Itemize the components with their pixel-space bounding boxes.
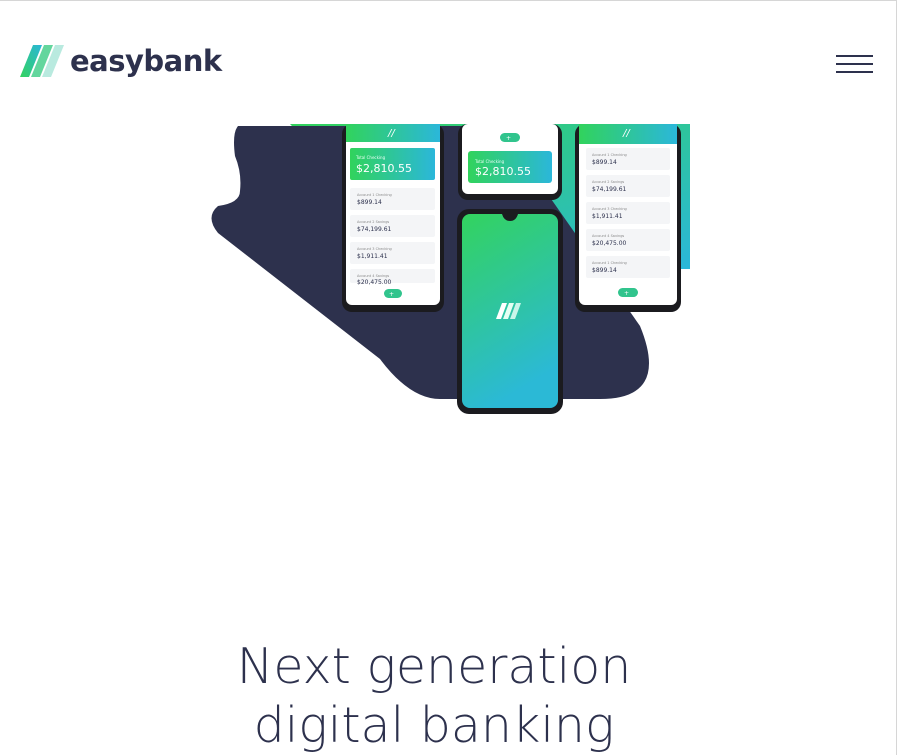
left-acct-3-amount: $1,911.41	[357, 253, 388, 260]
menu-line	[836, 63, 873, 65]
left-acct-3-name: Account 3 Checking	[357, 247, 392, 251]
middle-balance: $2,810.55	[475, 165, 531, 178]
phone-middle-main	[457, 209, 563, 414]
hero-mockups-illustration: // Total Checking $2,810.55 Account 1 Ch…	[211, 124, 690, 414]
left-acct-2-amount: $74,199.61	[357, 226, 392, 233]
phone-left: // Total Checking $2,810.55 Account 1 Ch…	[342, 124, 444, 312]
phone-right: // Account 1 Checking $899.14 Account 2 …	[575, 124, 681, 312]
left-acct-4-amount: $20,475.00	[357, 279, 392, 286]
easybank-stripes-logo-icon	[20, 45, 64, 77]
logo-link[interactable]: easybank	[20, 43, 222, 79]
right-acct-3-name: Account 3 Checking	[592, 207, 627, 211]
right-acct-2-name: Account 2 Savings	[592, 180, 624, 184]
menu-line	[836, 71, 873, 73]
page-frame: easybank // Total Checking $2,810.55 Acc…	[0, 0, 897, 755]
svg-text:+: +	[389, 291, 394, 298]
svg-text:+: +	[506, 135, 511, 142]
brand-name: easybank	[70, 44, 222, 78]
left-balance: $2,810.55	[356, 162, 412, 175]
hero-headline: Next generation digital banking	[0, 637, 868, 755]
headline-line-2: digital banking	[253, 697, 615, 754]
left-acct-2-name: Account 2 Savings	[357, 220, 389, 224]
middle-balance-label: Total Checking	[474, 159, 505, 164]
right-acct-3-amount: $1,911.41	[592, 213, 623, 220]
left-acct-1-name: Account 1 Checking	[357, 193, 392, 197]
left-balance-label: Total Checking	[355, 155, 386, 160]
menu-line	[836, 55, 873, 57]
phone-middle-top: + Total Checking $2,810.55	[458, 124, 562, 200]
right-acct-1-amount: $899.14	[592, 159, 617, 166]
right-acct-4-amount: $20,475.00	[592, 240, 627, 247]
right-acct-4-name: Account 4 Savings	[592, 234, 624, 238]
right-acct-5-amount: $899.14	[592, 267, 617, 274]
left-acct-4-name: Account 4 Savings	[357, 274, 389, 278]
left-acct-1-amount: $899.14	[357, 199, 382, 206]
headline-line-1: Next generation	[236, 638, 632, 695]
hamburger-menu-icon[interactable]	[836, 55, 874, 75]
right-acct-1-name: Account 1 Checking	[592, 153, 627, 157]
svg-text:+: +	[624, 290, 629, 297]
right-acct-2-amount: $74,199.61	[592, 186, 627, 193]
right-acct-5-name: Account 1 Checking	[592, 261, 627, 265]
